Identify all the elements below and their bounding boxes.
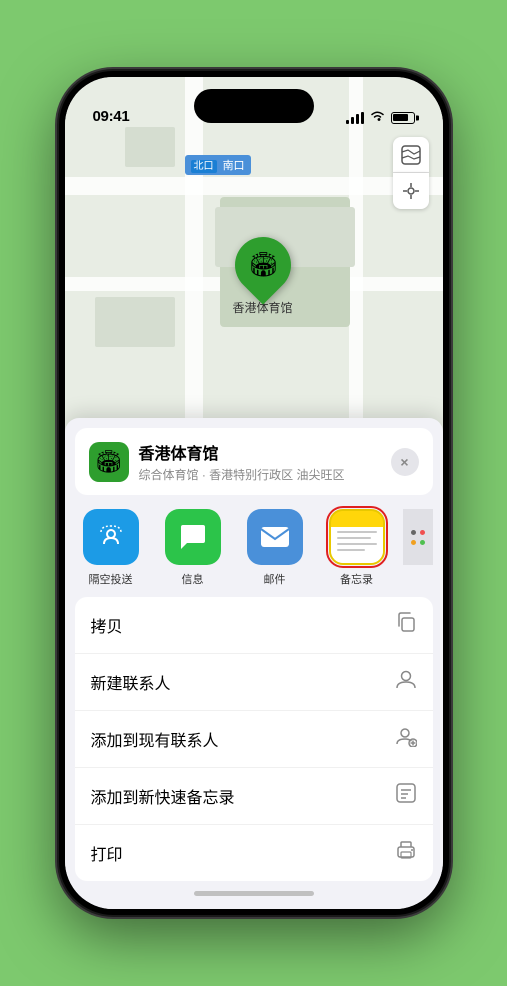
location-name: 香港体育馆 [139,440,381,464]
airdrop-label: 隔空投送 [89,571,133,587]
action-copy[interactable]: 拷贝 [75,597,433,654]
status-icons [346,110,415,125]
notes-icon [329,509,385,565]
action-add-quick-note[interactable]: 添加到新快速备忘录 [75,768,433,825]
location-subtitle: 综合体育馆 · 香港特别行政区 油尖旺区 [139,466,381,483]
mail-label: 邮件 [264,571,286,587]
new-contact-label: 新建联系人 [91,670,171,694]
messages-icon [165,509,221,565]
map-north-label: 北口 南口 [185,155,251,175]
dynamic-island [194,89,314,123]
action-list: 拷贝 新建联系人 [75,597,433,881]
mail-icon [247,509,303,565]
print-icon [395,839,417,867]
wifi-icon [370,110,385,125]
share-messages[interactable]: 信息 [157,509,229,587]
location-card: 🏟 香港体育馆 综合体育馆 · 香港特别行政区 油尖旺区 × [75,428,433,495]
action-print[interactable]: 打印 [75,825,433,881]
share-more[interactable] [403,509,433,587]
more-icon [403,509,433,565]
location-info: 香港体育馆 综合体育馆 · 香港特别行政区 油尖旺区 [139,440,381,483]
action-add-existing-contact[interactable]: 添加到现有联系人 [75,711,433,768]
close-button[interactable]: × [391,448,419,476]
home-indicator [65,881,443,909]
notes-label: 备忘录 [340,571,373,587]
copy-label: 拷贝 [91,613,123,637]
map-type-button[interactable] [393,137,429,173]
add-quick-note-icon [395,782,417,810]
add-existing-label: 添加到现有联系人 [91,727,219,751]
new-contact-icon [395,668,417,696]
messages-label: 信息 [182,571,204,587]
signal-bars-icon [346,112,364,124]
add-quick-note-label: 添加到新快速备忘录 [91,784,235,808]
location-button[interactable] [393,173,429,209]
bottom-sheet: 🏟 香港体育馆 综合体育馆 · 香港特别行政区 油尖旺区 × [65,418,443,909]
add-existing-icon [395,725,417,753]
status-time: 09:41 [93,108,130,125]
copy-icon [395,611,417,639]
share-airdrop[interactable]: 隔空投送 [75,509,147,587]
share-notes[interactable]: 备忘录 [321,509,393,587]
share-mail[interactable]: 邮件 [239,509,311,587]
airdrop-icon [83,509,139,565]
location-card-icon: 🏟 [89,442,129,482]
print-label: 打印 [91,841,123,865]
share-row: 隔空投送 信息 [65,495,443,597]
battery-icon [391,112,415,124]
action-new-contact[interactable]: 新建联系人 [75,654,433,711]
stadium-pin: 🏟 香港体育馆 [233,237,293,316]
map-controls [393,137,429,209]
home-bar [194,891,314,896]
